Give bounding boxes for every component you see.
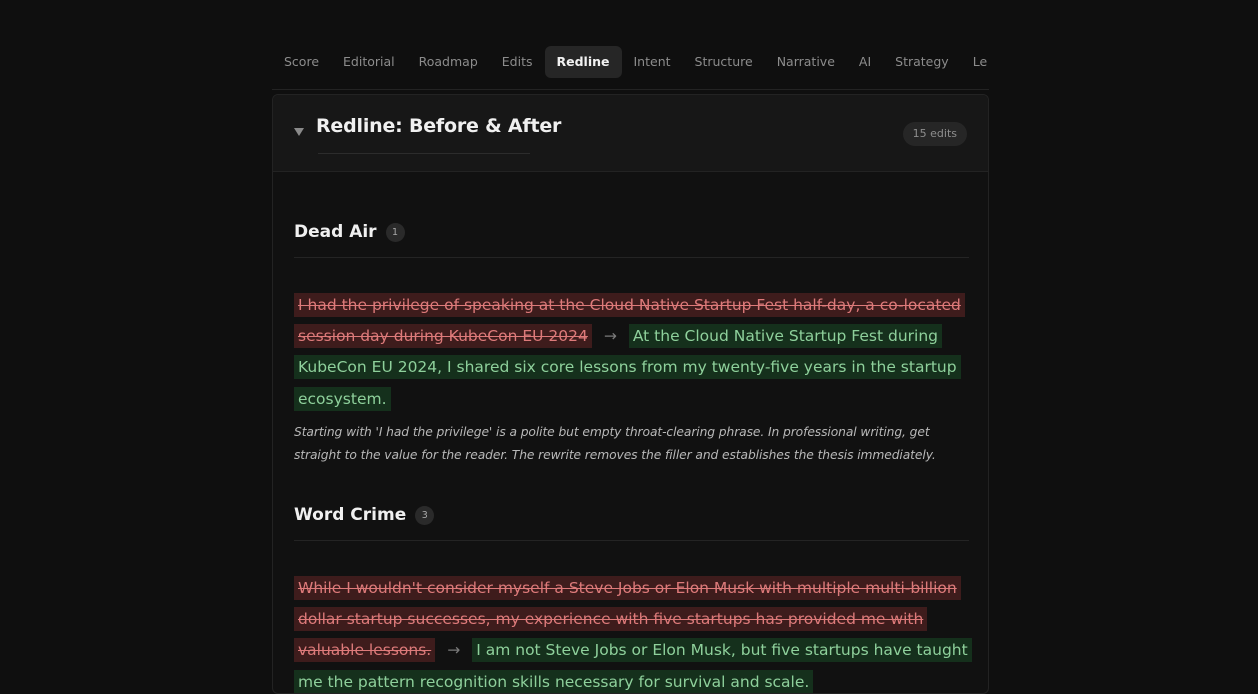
- section-header: Dead Air 1: [294, 219, 969, 245]
- tab-score[interactable]: Score: [272, 46, 331, 78]
- section-count-badge: 3: [415, 505, 435, 525]
- edits-count-badge: 15 edits: [902, 122, 967, 146]
- arrow-right-icon: →: [447, 641, 461, 660]
- redline-change: I had the privilege of speaking at the C…: [294, 290, 969, 415]
- tab-intent[interactable]: Intent: [622, 46, 683, 78]
- section-divider: [294, 257, 969, 258]
- section-count-badge: 1: [385, 222, 405, 242]
- section-title: Word Crime: [294, 505, 407, 525]
- tab-bar: Score Editorial Roadmap Edits Redline In…: [272, 46, 989, 78]
- tab-structure[interactable]: Structure: [683, 46, 765, 78]
- tab-ai[interactable]: AI: [847, 46, 883, 78]
- section-header: Word Crime 3: [294, 502, 969, 528]
- redline-change: While I wouldn't consider myself a Steve…: [294, 573, 972, 693]
- tab-divider: [272, 89, 989, 90]
- tab-edits[interactable]: Edits: [490, 46, 545, 78]
- arrow-right-icon: →: [603, 327, 617, 346]
- section-dead-air: Dead Air 1 I had the privilege of speaki…: [294, 219, 969, 467]
- section-divider: [294, 540, 969, 541]
- tab-narrative[interactable]: Narrative: [765, 46, 847, 78]
- panel-title: Redline: Before & After: [316, 115, 562, 137]
- title-underline: [318, 153, 530, 154]
- tab-roadmap[interactable]: Roadmap: [407, 46, 490, 78]
- tab-le[interactable]: Le: [961, 46, 989, 78]
- edit-explanation: Starting with 'I had the privilege' is a…: [294, 424, 936, 462]
- section-title: Dead Air: [294, 222, 377, 242]
- panel-header[interactable]: Redline: Before & After 15 edits: [273, 95, 988, 172]
- tab-editorial[interactable]: Editorial: [331, 46, 407, 78]
- tab-redline[interactable]: Redline: [544, 46, 622, 78]
- redline-view: Score Editorial Roadmap Edits Redline In…: [272, 0, 989, 694]
- redline-panel: Redline: Before & After 15 edits Dead Ai…: [272, 94, 989, 694]
- section-word-crime: Word Crime 3 While I wouldn't consider m…: [294, 502, 972, 693]
- tab-strategy[interactable]: Strategy: [883, 46, 961, 78]
- caret-down-icon[interactable]: [294, 128, 304, 136]
